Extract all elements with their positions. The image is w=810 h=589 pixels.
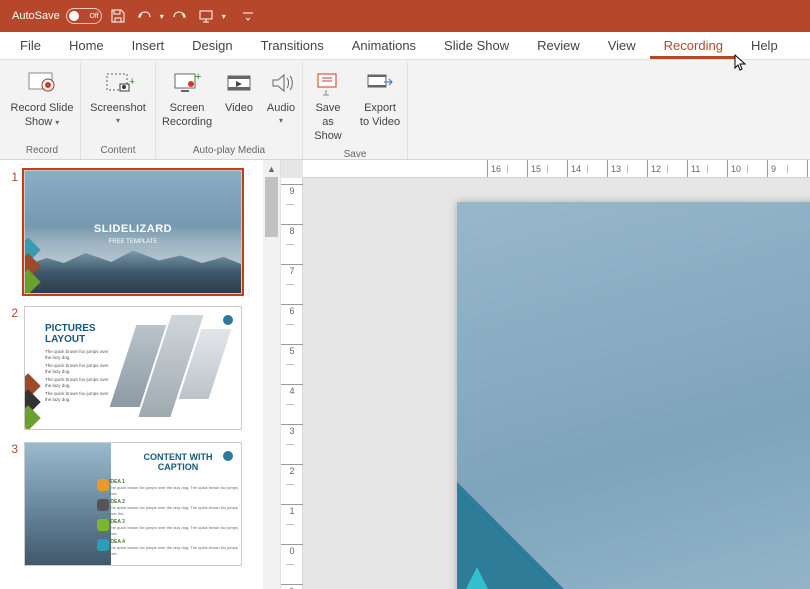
chevron-down-icon: ▾ [55, 118, 59, 127]
slide-thumb-row: 3 CONTENT WITHCAPTION IDEA 1The quick br… [8, 442, 272, 566]
video-icon [221, 66, 257, 100]
audio-icon [263, 66, 299, 100]
tab-transitions[interactable]: Transitions [247, 32, 338, 59]
svg-text:+: + [195, 71, 201, 83]
tab-animations[interactable]: Animations [338, 32, 430, 59]
screenshot-button[interactable]: + Screenshot ▾ [81, 62, 155, 143]
screen-recording-icon: + [169, 66, 205, 100]
slide-stage: 1615141312111098 9876543210123456 [281, 160, 810, 589]
slide-thumbnail-2[interactable]: PICTURESLAYOUT The quick brown fox jumps… [24, 306, 242, 430]
scroll-thumb[interactable] [265, 177, 278, 237]
export-video-button[interactable]: Export to Video [353, 62, 407, 147]
tab-review[interactable]: Review [523, 32, 594, 59]
record-slideshow-icon [24, 66, 60, 100]
video-button[interactable]: Video [218, 62, 260, 143]
undo-dropdown[interactable]: ▾ [160, 12, 164, 21]
tab-recording[interactable]: Recording [650, 32, 737, 59]
ribbon: Record Slide Show ▾ Record + Screenshot … [0, 60, 810, 160]
chevron-down-icon: ▾ [279, 116, 283, 126]
group-content: + Screenshot ▾ Content [81, 62, 156, 159]
qat-customize-icon[interactable] [238, 6, 258, 26]
chevron-down-icon: ▾ [116, 116, 120, 126]
vertical-ruler[interactable]: 9876543210123456 [281, 178, 303, 589]
redo-icon[interactable] [170, 6, 190, 26]
slide-number: 2 [8, 306, 24, 430]
ribbon-tabs: File Home Insert Design Transitions Anim… [0, 32, 810, 60]
scroll-up-icon[interactable]: ▲ [263, 160, 280, 177]
group-record: Record Slide Show ▾ Record [4, 62, 81, 159]
present-icon[interactable] [196, 6, 216, 26]
present-dropdown[interactable]: ▾ [222, 12, 226, 21]
autosave-toggle[interactable]: Off [66, 8, 102, 24]
slide-thumbnail-1[interactable]: SLIDELIZARD FREE TEMPLATE [24, 170, 242, 294]
svg-text:+: + [129, 76, 134, 88]
save-icon[interactable] [108, 6, 128, 26]
save-as-show-button[interactable]: Save as Show [303, 62, 353, 147]
tab-slideshow[interactable]: Slide Show [430, 32, 523, 59]
screen-recording-button[interactable]: + Screen Recording [156, 62, 218, 143]
slide-number: 1 [8, 170, 24, 294]
undo-icon[interactable] [134, 6, 154, 26]
screenshot-icon: + [100, 66, 136, 100]
horizontal-ruler[interactable]: 1615141312111098 [303, 160, 810, 178]
slide-number: 3 [8, 442, 24, 566]
title-bar: AutoSave Off ▾ ▾ [0, 0, 810, 32]
record-slideshow-button[interactable]: Record Slide Show ▾ [4, 62, 80, 143]
export-video-icon [362, 66, 398, 100]
main: 1 SLIDELIZARD FREE TEMPLATE 2 PICTURESLA… [0, 160, 810, 589]
tab-home[interactable]: Home [55, 32, 118, 59]
tab-design[interactable]: Design [178, 32, 246, 59]
slide-thumbnail-3[interactable]: CONTENT WITHCAPTION IDEA 1The quick brow… [24, 442, 242, 566]
slide-thumb-row: 2 PICTURESLAYOUT The quick brown fox jum… [8, 306, 272, 430]
audio-button[interactable]: Audio ▾ [260, 62, 302, 143]
autosave-label: AutoSave [12, 10, 60, 22]
panel-scrollbar[interactable]: ▲ [263, 160, 280, 589]
group-autoplay: + Screen Recording Video Audio ▾ Auto-pl… [156, 62, 303, 159]
group-save: Save as Show Export to Video Save [303, 62, 408, 159]
mouse-cursor [734, 54, 748, 72]
tab-view[interactable]: View [594, 32, 650, 59]
tab-file[interactable]: File [6, 32, 55, 59]
slide-thumb-row: 1 SLIDELIZARD FREE TEMPLATE [8, 170, 272, 294]
slide-panel: 1 SLIDELIZARD FREE TEMPLATE 2 PICTURESLA… [0, 160, 281, 589]
tab-insert[interactable]: Insert [118, 32, 179, 59]
save-as-show-icon [310, 66, 346, 100]
slide-canvas[interactable] [457, 202, 810, 589]
